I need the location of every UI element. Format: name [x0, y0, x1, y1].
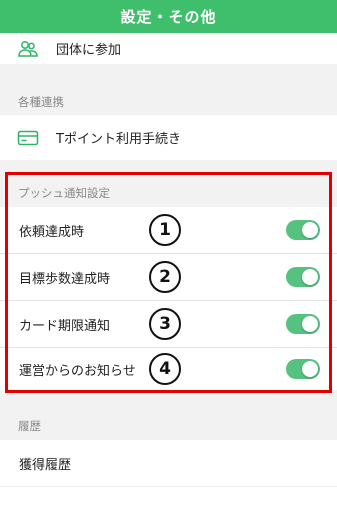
section-push-label: プッシュ通知設定 — [18, 186, 110, 200]
number-badge: 2 — [149, 261, 181, 293]
number-badge: 4 — [149, 353, 181, 385]
toggle-knob — [302, 269, 318, 285]
toggle-knob — [302, 361, 318, 377]
push-label: カード期限通知 — [19, 318, 111, 334]
push-toggle-news[interactable] — [286, 359, 320, 379]
join-group-label: 団体に参加 — [56, 43, 122, 58]
toggle-knob — [302, 316, 318, 332]
push-toggle-steps[interactable] — [286, 267, 320, 287]
history-row[interactable]: 獲得履歴 — [0, 440, 337, 486]
push-row-steps: 目標歩数達成時 2 — [0, 254, 337, 300]
join-group-row[interactable]: 団体に参加 — [0, 33, 337, 64]
push-toggle-request[interactable] — [286, 220, 320, 240]
push-label: 依頼達成時 — [19, 224, 85, 240]
push-row-card: カード期限通知 3 — [0, 301, 337, 347]
push-label: 目標歩数達成時 — [19, 271, 111, 287]
tpoint-row[interactable]: Tポイント利用手続き — [0, 115, 337, 160]
section-history-label: 履歴 — [18, 419, 41, 433]
push-row-request: 依頼達成時 1 — [0, 207, 337, 253]
number-badge: 1 — [149, 214, 181, 246]
push-toggle-card[interactable] — [286, 314, 320, 334]
next-row[interactable] — [0, 487, 337, 512]
page-title: 設定・その他 — [120, 8, 217, 26]
history-label: 獲得履歴 — [19, 457, 72, 473]
toggle-knob — [302, 222, 318, 238]
push-label: 運営からのお知らせ — [19, 363, 136, 379]
page-header: 設定・その他 — [0, 0, 337, 33]
people-icon — [18, 40, 38, 57]
card-icon — [17, 130, 39, 145]
number-badge: 3 — [149, 308, 181, 340]
push-row-news: 運営からのお知らせ 4 — [0, 348, 337, 390]
section-integration-label: 各種連携 — [18, 95, 64, 109]
tpoint-label: Tポイント利用手続き — [56, 132, 181, 147]
